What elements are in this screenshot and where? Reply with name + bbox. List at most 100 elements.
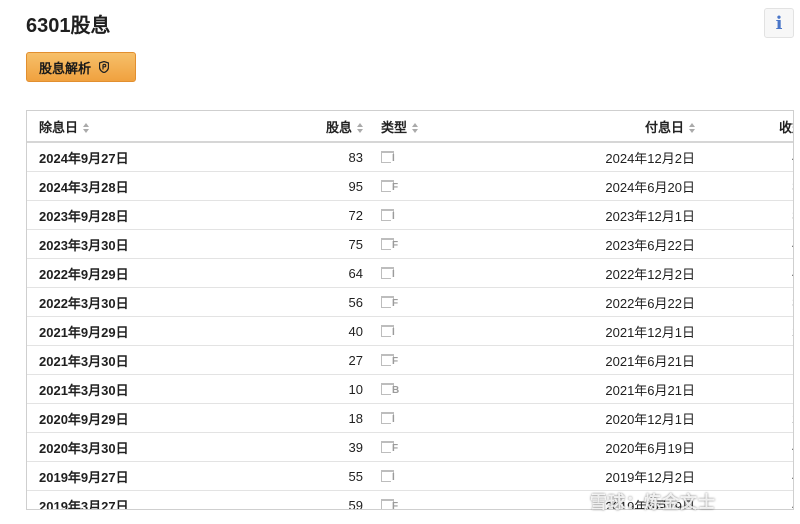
type-cell: I	[369, 316, 483, 346]
ex-date-cell: 2021年3月30日	[27, 374, 281, 404]
yield-cell: 4.66%	[707, 432, 793, 462]
dividend-type-letter: B	[391, 385, 401, 397]
ex-date-cell: 2024年9月27日	[27, 142, 281, 172]
type-cell: F	[369, 229, 483, 259]
type-cell: I	[369, 403, 483, 433]
pay-date-cell: 2024年12月2日	[483, 142, 707, 172]
column-header-yield[interactable]: 收益率	[707, 111, 793, 143]
calendar-icon: F	[381, 497, 400, 509]
calendar-icon: I	[381, 149, 399, 165]
pay-date-cell: 2024年6月20日	[483, 171, 707, 201]
table-row: 2020年3月30日39 F 2020年6月19日4.66%	[27, 432, 793, 462]
sort-icon[interactable]	[83, 123, 90, 134]
page-title: 6301股息	[26, 15, 111, 37]
table-row: 2024年3月28日95 F 2024年6月20日3.71%	[27, 171, 793, 201]
table-row: 2022年3月30日56 F 2022年6月22日3.17%	[27, 287, 793, 317]
column-header-ex-date-label: 除息日	[39, 119, 79, 135]
table-row: 2021年3月30日27 F 2021年6月21日1.64%	[27, 345, 793, 375]
dividend-cell: 72	[281, 200, 369, 230]
shield-icon	[99, 61, 110, 73]
column-header-dividend[interactable]: 股息	[281, 111, 369, 143]
yield-cell: 3.71%	[707, 171, 793, 201]
calendar-icon: B	[381, 381, 401, 397]
type-cell: I	[369, 142, 483, 172]
yield-cell: 2.39%	[707, 403, 793, 433]
pay-date-cell: 2021年12月1日	[483, 316, 707, 346]
yield-cell: 3.46%	[707, 200, 793, 230]
pay-date-cell: 2019年12月2日	[483, 461, 707, 491]
pay-date-cell: 2020年12月1日	[483, 403, 707, 433]
ex-date-cell: 2020年3月30日	[27, 432, 281, 462]
sort-icon[interactable]	[689, 123, 695, 134]
column-header-type[interactable]: 类型	[369, 111, 483, 143]
dividend-analysis-label: 股息解析	[39, 60, 92, 76]
dividend-cell: 95	[281, 171, 369, 201]
type-cell: F	[369, 345, 483, 375]
pay-date-cell: 2021年6月21日	[483, 374, 707, 404]
dividend-type-letter: I	[391, 153, 396, 165]
yield-cell: 4.52%	[707, 258, 793, 288]
dividend-type-letter: F	[391, 356, 400, 368]
sort-icon[interactable]	[412, 123, 419, 134]
dividend-type-letter: F	[391, 298, 400, 310]
yield-cell: 4.23%	[707, 491, 793, 510]
yield-cell: 2.78%	[707, 316, 793, 346]
column-header-pay-date[interactable]: 付息日	[483, 111, 707, 143]
type-cell: I	[369, 258, 483, 288]
table-body: 2024年9月27日83I2024年12月2日4.58%2024年3月28日95…	[27, 142, 793, 510]
sort-icon[interactable]	[357, 123, 363, 134]
calendar-icon: I	[381, 207, 399, 223]
yield-cell: 1.64%	[707, 374, 793, 404]
calendar-icon: I	[381, 323, 399, 339]
table-row: 2020年9月29日18 I 2020年12月1日2.39%	[27, 403, 793, 433]
dividend-cell: 59	[348, 497, 363, 510]
yield-cell: 4.58%	[707, 142, 793, 172]
info-button[interactable]: i	[764, 8, 794, 38]
ex-date-cell: 2022年3月30日	[27, 287, 281, 317]
yield-cell: 4.50%	[707, 461, 793, 491]
type-cell: F	[369, 432, 483, 462]
dividend-type-letter: F	[391, 182, 400, 194]
dividend-cell: 39	[281, 432, 369, 462]
table-header-row: 除息日 股息 类型 付息日 收益率	[27, 111, 793, 143]
dividend-cell: 40	[281, 316, 369, 346]
dividend-type-letter: F	[391, 443, 400, 455]
dividend-cell: 18	[281, 403, 369, 433]
calendar-icon: F	[381, 352, 400, 368]
calendar-icon: I	[381, 468, 399, 484]
ex-date-cell: 2019年9月27日	[27, 461, 281, 491]
dividend-cell: 27	[281, 345, 369, 375]
calendar-icon: F	[381, 178, 400, 194]
dividend-type-letter: I	[391, 211, 396, 223]
type-cell: I	[369, 200, 483, 230]
calendar-icon: I	[381, 410, 399, 426]
pay-date-cell: 2023年12月1日	[483, 200, 707, 230]
calendar-icon: F	[381, 439, 400, 455]
dividend-cell: 10	[281, 374, 369, 404]
column-header-yield-label: 收益率	[778, 119, 793, 135]
dividend-cell: 75	[281, 229, 369, 259]
ex-date-cell: 2021年3月30日	[27, 345, 281, 375]
type-cell: F	[369, 491, 483, 509]
ex-date-cell: 2021年9月29日	[27, 316, 281, 346]
table-row: 2019年9月27日55 I 2019年12月2日4.50%	[27, 461, 793, 491]
info-icon: i	[775, 12, 783, 34]
column-header-ex-date[interactable]: 除息日	[27, 111, 281, 143]
pay-date-cell: 2023年6月22日	[483, 229, 707, 259]
calendar-icon: F	[381, 294, 400, 310]
ex-date-cell: 2022年9月29日	[27, 258, 281, 288]
dividend-table: 除息日 股息 类型 付息日 收益率 2024年9月27日83 I 2024年12月2…	[26, 110, 794, 510]
pay-date-cell: 2020年6月19日	[483, 432, 707, 462]
dividend-type-letter: I	[391, 414, 396, 426]
type-cell: F	[369, 287, 483, 317]
calendar-icon: F	[381, 236, 400, 252]
ex-date-cell: 2019年3月27日	[39, 498, 129, 510]
table-row: 2024年9月27日83 I 2024年12月2日4.58%	[27, 142, 793, 172]
dividend-analysis-button[interactable]: 股息解析	[26, 52, 136, 82]
column-header-dividend-label: 股息	[325, 119, 352, 135]
table-row: 2021年9月29日40 I 2021年12月1日2.78%	[27, 316, 793, 346]
calendar-icon: I	[381, 265, 399, 281]
column-header-pay-date-label: 付息日	[644, 119, 684, 135]
yield-cell: 4.23%	[707, 229, 793, 259]
ex-date-cell: 2023年3月30日	[27, 229, 281, 259]
